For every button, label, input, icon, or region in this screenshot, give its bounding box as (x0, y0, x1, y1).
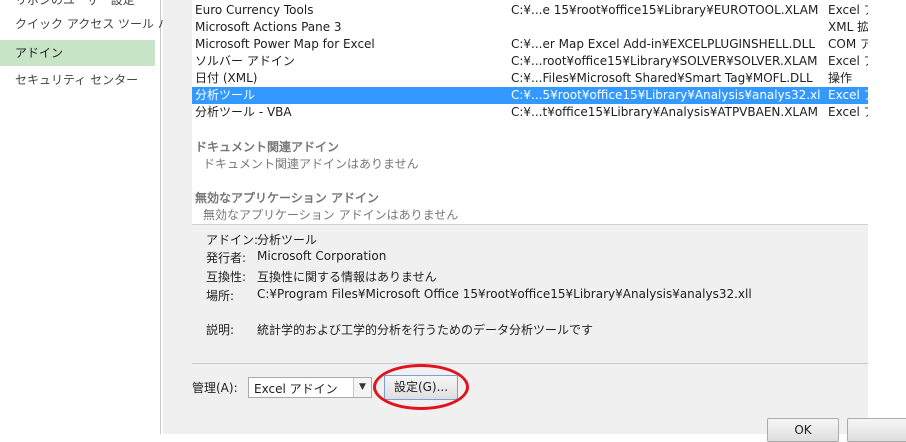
addin-type: Excel ア (828, 88, 868, 102)
addin-location: C:¥...t¥office15¥Library¥Analysis¥ATPVBA… (511, 105, 818, 119)
ok-button[interactable]: OK (767, 418, 839, 442)
group-empty-disabled-addins: 無効なアプリケーション アドインはありません (203, 208, 459, 222)
sidebar-item-addins[interactable]: アドイン (0, 40, 155, 66)
addin-row-date-xml[interactable]: 日付 (XML) C:¥...Files¥Microsoft Shared¥Sm… (192, 70, 868, 87)
manage-select-value: Excel アドイン (254, 382, 338, 396)
addin-name: Euro Currency Tools (195, 3, 314, 17)
detail-description-value: 統計学的および工学的分析を行うためのデータ分析ツールです (257, 323, 594, 337)
addin-type: XML 拡 (828, 20, 869, 34)
addin-location: C:¥...5¥root¥office15¥Library¥Analysis¥a… (511, 88, 821, 102)
manage-label: 管理(A): (192, 381, 238, 395)
options-sidebar: リボンのユーザー設定 クイック アクセス ツール バー アドイン セキュリティ … (0, 0, 182, 434)
addin-name: ソルバー アドイン (195, 54, 295, 68)
addin-row-euro-currency[interactable]: Euro Currency Tools C:¥...e 15¥root¥offi… (192, 2, 868, 19)
group-header-document-addins: ドキュメント関連アドイン (195, 140, 340, 154)
manage-select[interactable]: Excel アドイン ▼ (248, 377, 372, 398)
addin-name: Microsoft Actions Pane 3 (195, 20, 342, 34)
go-button[interactable]: 設定(G)... (384, 375, 458, 400)
addin-type: COM ア (828, 37, 869, 51)
addin-row-solver[interactable]: ソルバー アドイン C:¥...root¥office15¥Library¥SO… (192, 53, 868, 70)
window-edge (868, 0, 906, 434)
addin-name: 分析ツール - VBA (195, 105, 292, 119)
addin-row-power-map[interactable]: Microsoft Power Map for Excel C:¥...er M… (192, 36, 868, 53)
addin-type: Excel ア (828, 3, 868, 17)
addin-row-analysis-toolpak-vba[interactable]: 分析ツール - VBA C:¥...t¥office15¥Library¥Ana… (192, 104, 868, 121)
detail-publisher-label: 発行者: (206, 251, 247, 265)
group-empty-document-addins: ドキュメント関連アドインはありません (203, 157, 419, 171)
detail-addin-label: アドイン: (206, 233, 259, 247)
detail-publisher-value: Microsoft Corporation (257, 249, 387, 263)
cancel-button[interactable] (847, 418, 906, 442)
sidebar-item-trust-center[interactable]: セキュリティ センター (0, 67, 155, 93)
chevron-down-icon[interactable]: ▼ (353, 378, 371, 397)
addin-location: C:¥...er Map Excel Add-in¥EXCELPLUGINSHE… (511, 37, 816, 51)
addin-type: Excel ア (828, 105, 868, 119)
addin-type: Excel ア (828, 54, 868, 68)
sidebar-item-quick-access-toolbar[interactable]: クイック アクセス ツール バー (0, 11, 182, 37)
addins-list[interactable]: Euro Currency Tools C:¥...e 15¥root¥offi… (192, 0, 869, 225)
addin-location: C:¥...e 15¥root¥office15¥Library¥EUROTOO… (511, 3, 819, 17)
addin-name: Microsoft Power Map for Excel (195, 37, 375, 51)
detail-compat-value: 互換性に関する情報はありません (257, 270, 437, 284)
addin-location: C:¥...root¥office15¥Library¥SOLVER¥SOLVE… (511, 54, 818, 68)
addin-location: C:¥...Files¥Microsoft Shared¥Smart Tag¥M… (511, 71, 813, 85)
detail-addin-value: 分析ツール (257, 233, 318, 247)
addin-name: 日付 (XML) (195, 71, 258, 85)
detail-location-label: 場所: (206, 289, 235, 303)
separator (192, 363, 868, 364)
addin-type: 操作 (828, 71, 853, 85)
detail-description-label: 説明: (206, 323, 235, 337)
detail-location-value: C:¥Program Files¥Microsoft Office 15¥roo… (257, 287, 752, 301)
addin-name: 分析ツール (195, 88, 256, 102)
addin-row-analysis-toolpak[interactable]: 分析ツール C:¥...5¥root¥office15¥Library¥Anal… (192, 87, 868, 104)
detail-compat-label: 互換性: (206, 270, 247, 284)
addin-row-actions-pane[interactable]: Microsoft Actions Pane 3 XML 拡 (192, 19, 868, 36)
group-header-disabled-addins: 無効なアプリケーション アドイン (195, 191, 379, 205)
